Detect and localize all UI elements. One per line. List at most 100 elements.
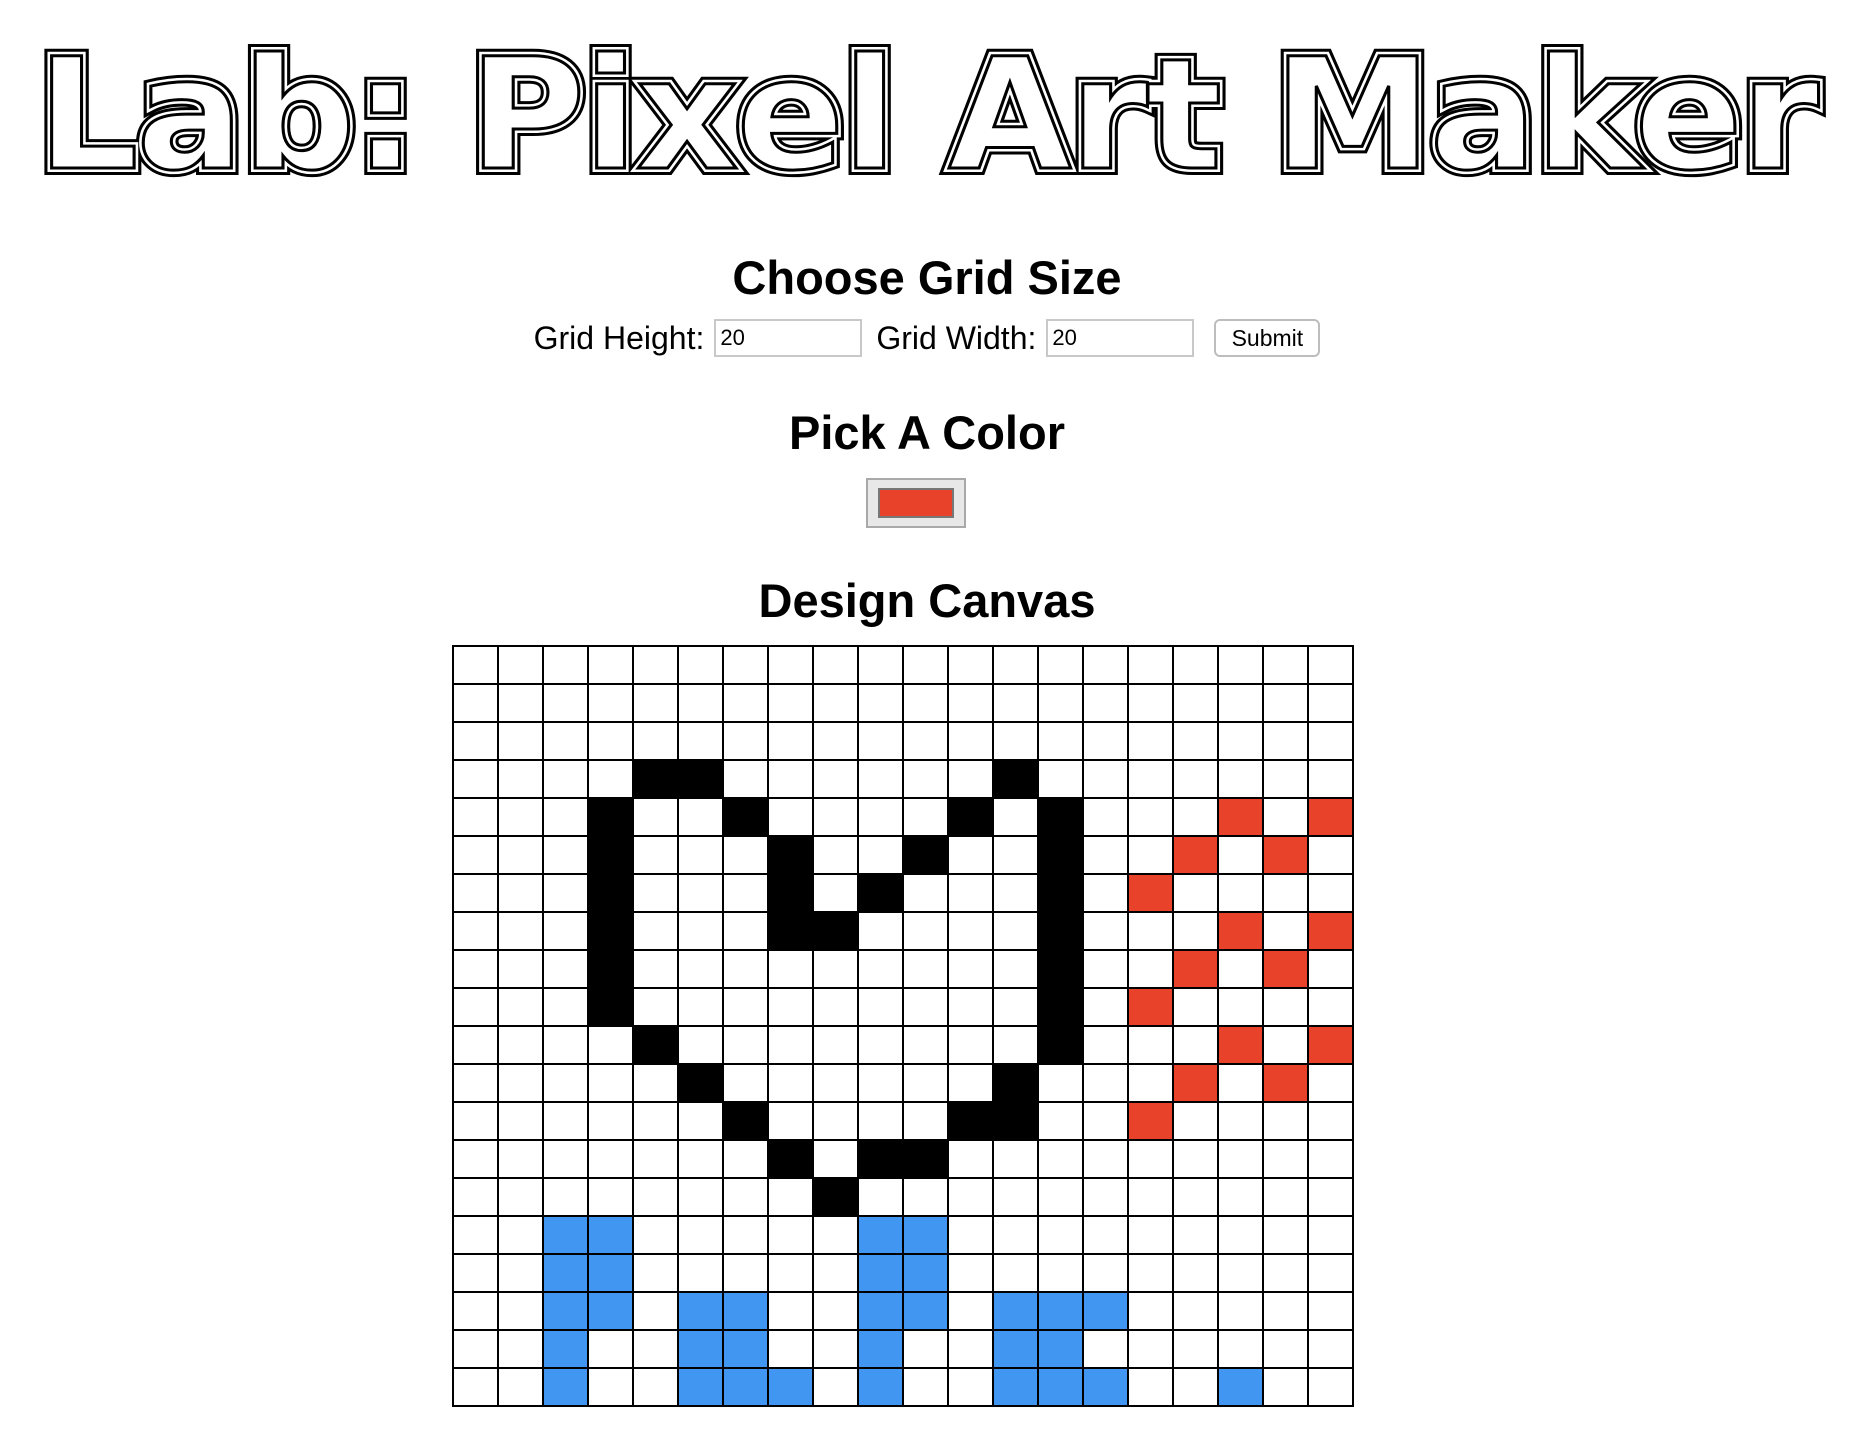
pixel-cell[interactable] <box>677 1291 724 1331</box>
pixel-cell[interactable] <box>542 759 589 799</box>
pixel-cell[interactable] <box>857 1253 904 1293</box>
pixel-cell[interactable] <box>587 1063 634 1103</box>
pixel-cell[interactable] <box>1217 1177 1264 1217</box>
pixel-cell[interactable] <box>452 1063 499 1103</box>
pixel-cell[interactable] <box>677 721 724 761</box>
pixel-cell[interactable] <box>1307 1215 1354 1255</box>
pixel-cell[interactable] <box>497 835 544 875</box>
pixel-cell[interactable] <box>632 1329 679 1369</box>
pixel-cell[interactable] <box>857 987 904 1027</box>
pixel-cell[interactable] <box>1172 949 1219 989</box>
pixel-cell[interactable] <box>812 797 859 837</box>
pixel-cell[interactable] <box>542 1329 589 1369</box>
pixel-cell[interactable] <box>902 1063 949 1103</box>
pixel-cell[interactable] <box>677 987 724 1027</box>
pixel-cell[interactable] <box>1262 1063 1309 1103</box>
pixel-cell[interactable] <box>722 1025 769 1065</box>
pixel-cell[interactable] <box>452 1367 499 1407</box>
pixel-cell[interactable] <box>1082 1367 1129 1407</box>
pixel-cell[interactable] <box>452 1291 499 1331</box>
pixel-cell[interactable] <box>1262 797 1309 837</box>
pixel-cell[interactable] <box>1262 1025 1309 1065</box>
pixel-cell[interactable] <box>1307 911 1354 951</box>
pixel-cell[interactable] <box>857 759 904 799</box>
pixel-cell[interactable] <box>992 1215 1039 1255</box>
pixel-cell[interactable] <box>947 949 994 989</box>
pixel-cell[interactable] <box>1172 911 1219 951</box>
pixel-cell[interactable] <box>1082 911 1129 951</box>
pixel-cell[interactable] <box>1172 797 1219 837</box>
pixel-cell[interactable] <box>497 683 544 723</box>
pixel-cell[interactable] <box>1127 1215 1174 1255</box>
pixel-cell[interactable] <box>1127 645 1174 685</box>
pixel-cell[interactable] <box>497 949 544 989</box>
pixel-cell[interactable] <box>767 1177 814 1217</box>
pixel-cell[interactable] <box>902 911 949 951</box>
pixel-cell[interactable] <box>632 645 679 685</box>
pixel-cell[interactable] <box>722 1253 769 1293</box>
pixel-cell[interactable] <box>812 949 859 989</box>
pixel-cell[interactable] <box>992 1101 1039 1141</box>
pixel-cell[interactable] <box>1172 1367 1219 1407</box>
pixel-cell[interactable] <box>677 1253 724 1293</box>
pixel-cell[interactable] <box>1172 645 1219 685</box>
pixel-cell[interactable] <box>1082 1139 1129 1179</box>
pixel-cell[interactable] <box>812 1215 859 1255</box>
pixel-cell[interactable] <box>1262 949 1309 989</box>
pixel-cell[interactable] <box>1217 1367 1264 1407</box>
pixel-cell[interactable] <box>947 1139 994 1179</box>
pixel-cell[interactable] <box>1172 683 1219 723</box>
pixel-cell[interactable] <box>677 645 724 685</box>
pixel-cell[interactable] <box>1127 1253 1174 1293</box>
pixel-cell[interactable] <box>767 1291 814 1331</box>
pixel-cell[interactable] <box>632 797 679 837</box>
pixel-cell[interactable] <box>857 911 904 951</box>
pixel-cell[interactable] <box>812 759 859 799</box>
pixel-cell[interactable] <box>677 759 724 799</box>
pixel-cell[interactable] <box>1172 1177 1219 1217</box>
pixel-cell[interactable] <box>1037 1063 1084 1103</box>
pixel-cell[interactable] <box>1127 1291 1174 1331</box>
pixel-cell[interactable] <box>947 759 994 799</box>
pixel-cell[interactable] <box>587 645 634 685</box>
pixel-cell[interactable] <box>542 835 589 875</box>
pixel-cell[interactable] <box>1262 987 1309 1027</box>
pixel-cell[interactable] <box>812 1329 859 1369</box>
pixel-cell[interactable] <box>542 1215 589 1255</box>
pixel-cell[interactable] <box>632 1215 679 1255</box>
pixel-cell[interactable] <box>632 721 679 761</box>
pixel-cell[interactable] <box>992 683 1039 723</box>
pixel-cell[interactable] <box>587 1177 634 1217</box>
pixel-cell[interactable] <box>1127 835 1174 875</box>
pixel-cell[interactable] <box>857 683 904 723</box>
pixel-cell[interactable] <box>722 949 769 989</box>
pixel-cell[interactable] <box>1127 911 1174 951</box>
pixel-cell[interactable] <box>722 835 769 875</box>
pixel-cell[interactable] <box>1217 835 1264 875</box>
pixel-cell[interactable] <box>767 721 814 761</box>
pixel-cell[interactable] <box>1172 873 1219 913</box>
pixel-cell[interactable] <box>587 1329 634 1369</box>
pixel-cell[interactable] <box>542 949 589 989</box>
pixel-cell[interactable] <box>857 949 904 989</box>
pixel-cell[interactable] <box>1082 683 1129 723</box>
pixel-cell[interactable] <box>767 1215 814 1255</box>
pixel-cell[interactable] <box>1307 987 1354 1027</box>
pixel-cell[interactable] <box>992 1253 1039 1293</box>
pixel-cell[interactable] <box>767 873 814 913</box>
pixel-cell[interactable] <box>497 1139 544 1179</box>
pixel-cell[interactable] <box>1127 1329 1174 1369</box>
pixel-cell[interactable] <box>587 1367 634 1407</box>
pixel-cell[interactable] <box>1082 1101 1129 1141</box>
pixel-cell[interactable] <box>812 1063 859 1103</box>
pixel-cell[interactable] <box>452 873 499 913</box>
pixel-cell[interactable] <box>497 1253 544 1293</box>
pixel-cell[interactable] <box>1307 683 1354 723</box>
pixel-cell[interactable] <box>632 835 679 875</box>
pixel-cell[interactable] <box>1262 1215 1309 1255</box>
pixel-cell[interactable] <box>497 1177 544 1217</box>
pixel-cell[interactable] <box>1172 835 1219 875</box>
pixel-cell[interactable] <box>1127 759 1174 799</box>
pixel-cell[interactable] <box>767 987 814 1027</box>
pixel-cell[interactable] <box>947 1367 994 1407</box>
